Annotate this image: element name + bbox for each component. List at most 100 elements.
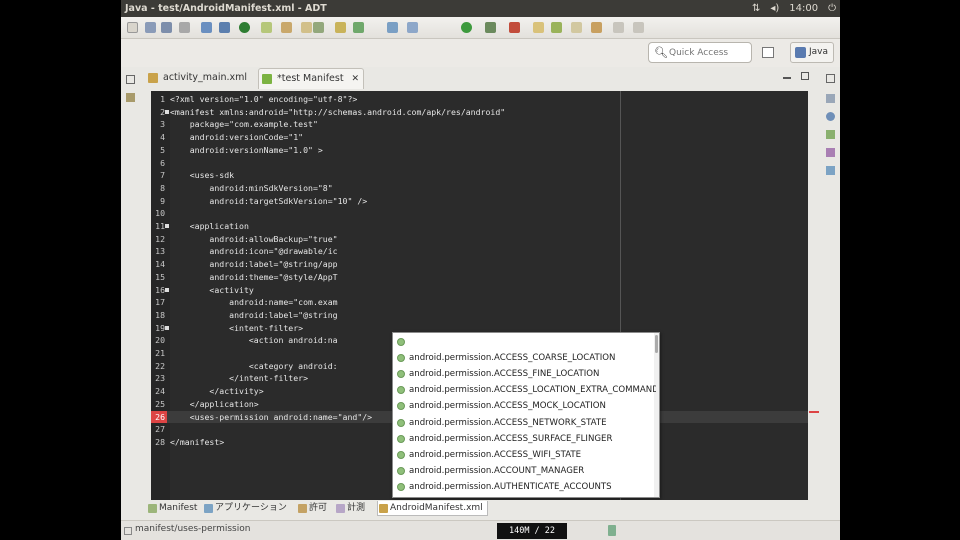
- line-number: 2: [160, 106, 165, 117]
- code-line[interactable]: 14 android:label="@string/app: [151, 258, 808, 271]
- code-line[interactable]: 15 android:theme="@style/AppT: [151, 271, 808, 284]
- next-annotation-icon[interactable]: [551, 22, 562, 33]
- code-line[interactable]: 5 android:versionName="1.0" >: [151, 144, 808, 157]
- assist-item[interactable]: android.permission.ACCESS_MOCK_LOCATION: [393, 398, 656, 414]
- assist-item[interactable]: android.permission.ACCESS_FINE_LOCATION: [393, 366, 656, 382]
- open-type-icon[interactable]: [387, 22, 398, 33]
- line-code: <?xml version="1.0" encoding="utf-8"?>: [170, 94, 358, 104]
- restore-icon[interactable]: [126, 75, 135, 84]
- search-toolbar-icon[interactable]: [407, 22, 418, 33]
- previous-annotation-icon[interactable]: [571, 22, 582, 33]
- assist-item[interactable]: android.permission.ACCESS_LOCATION_EXTRA…: [393, 382, 656, 398]
- java-perspective-button[interactable]: Java: [790, 42, 834, 63]
- maximize-icon[interactable]: [801, 72, 809, 80]
- assist-item[interactable]: [393, 334, 656, 350]
- new-android-project-icon[interactable]: [261, 22, 272, 33]
- minimize-icon[interactable]: [783, 77, 791, 79]
- last-edit-icon[interactable]: [591, 22, 602, 33]
- garbage-collect-icon[interactable]: [608, 525, 616, 536]
- line-number: 22: [155, 360, 165, 371]
- save-icon[interactable]: [145, 22, 156, 33]
- code-line[interactable]: 11 <application: [151, 220, 808, 233]
- package-explorer-icon[interactable]: [126, 93, 135, 102]
- debug-icon[interactable]: [313, 22, 324, 33]
- code-line[interactable]: 6: [151, 157, 808, 170]
- tab-test-manifest[interactable]: *test Manifest ✕: [258, 68, 364, 89]
- fold-toggle-icon[interactable]: [165, 287, 169, 292]
- avd-manager-icon[interactable]: [219, 22, 230, 33]
- open-perspective-icon[interactable]: [762, 47, 774, 58]
- assist-item[interactable]: android.permission.ACCOUNT_MANAGER: [393, 463, 656, 479]
- code-line[interactable]: 16 <activity: [151, 284, 808, 297]
- new-java-class-icon[interactable]: [353, 22, 364, 33]
- fold-toggle-icon[interactable]: [165, 109, 169, 114]
- assist-item[interactable]: android.permission.AUTHENTICATE_ACCOUNTS: [393, 479, 656, 495]
- line-code: android:allowBackup="true": [170, 233, 338, 244]
- code-line[interactable]: 10: [151, 207, 808, 220]
- content-assist-popup[interactable]: android.permission.ACCESS_COARSE_LOCATIO…: [392, 332, 660, 498]
- code-line[interactable]: 3 package="com.example.test": [151, 118, 808, 131]
- page-tab-permissions[interactable]: 許可: [297, 501, 327, 516]
- tab-activity-main[interactable]: activity_main.xml: [145, 68, 257, 89]
- code-line[interactable]: 2 <manifest xmlns:android="http://schemas…: [151, 106, 808, 119]
- code-line[interactable]: 18 android:label="@string: [151, 309, 808, 322]
- close-icon[interactable]: ✕: [351, 69, 359, 89]
- debug-bug-icon[interactable]: [485, 22, 496, 33]
- assist-item[interactable]: android.permission.ACCESS_COARSE_LOCATIO…: [393, 350, 656, 366]
- problems-icon[interactable]: [826, 130, 835, 139]
- line-code: </intent-filter>: [170, 373, 309, 384]
- print-icon[interactable]: [179, 22, 190, 33]
- clock[interactable]: 14:00: [789, 0, 818, 17]
- new-java-package-icon[interactable]: [335, 22, 346, 33]
- code-line[interactable]: 9 android:targetSdkVersion="10" />: [151, 195, 808, 208]
- permission-icon: [397, 386, 405, 395]
- assist-item[interactable]: android.permission.ACCESS_NETWORK_STATE: [393, 415, 656, 431]
- declaration-icon[interactable]: [826, 166, 835, 175]
- code-line[interactable]: 8 android:minSdkVersion="8": [151, 182, 808, 195]
- outline-icon[interactable]: [826, 94, 835, 103]
- code-line[interactable]: 13 android:icon="@drawable/ic: [151, 245, 808, 258]
- page-tab-manifest[interactable]: Manifest: [147, 501, 197, 516]
- code-line[interactable]: 7 <uses-sdk: [151, 169, 808, 182]
- run-icon[interactable]: [461, 22, 472, 33]
- annotation-icon[interactable]: [533, 22, 544, 33]
- code-line[interactable]: 1 <?xml version="1.0" encoding="utf-8"?>: [151, 93, 808, 106]
- restore-right-icon[interactable]: [826, 74, 835, 83]
- power-icon[interactable]: ⏻: [828, 0, 836, 17]
- line-code: android:minSdkVersion="8": [170, 182, 333, 193]
- fold-toggle-icon[interactable]: [165, 224, 169, 228]
- overview-ruler-marker[interactable]: [809, 411, 819, 413]
- new-test-project-icon[interactable]: [281, 22, 292, 33]
- permission-icon: [397, 482, 405, 491]
- manifest-editor-pages: Manifest アプリケーション 許可 計測 AndroidManifest.…: [145, 500, 815, 517]
- assist-item-label: android.permission.AUTHENTICATE_ACCOUNTS: [409, 481, 612, 492]
- keyboard-indicator-icon[interactable]: ⇅: [752, 0, 760, 17]
- line-code: <category android:: [170, 360, 338, 371]
- code-line[interactable]: 12 android:allowBackup="true": [151, 233, 808, 246]
- android-sdk-manager-icon[interactable]: [201, 22, 212, 33]
- task-list-icon[interactable]: [826, 112, 835, 121]
- forward-icon[interactable]: [633, 22, 644, 33]
- new-xml-file-icon[interactable]: [301, 22, 312, 33]
- xml-editor[interactable]: 1 <?xml version="1.0" encoding="utf-8"?> 2…: [151, 91, 808, 500]
- lint-icon[interactable]: [239, 22, 250, 33]
- save-all-icon[interactable]: [161, 22, 172, 33]
- page-tab-application[interactable]: アプリケーション: [203, 501, 287, 516]
- assist-item[interactable]: android.permission.ACCESS_SURFACE_FLINGE…: [393, 431, 656, 447]
- page-tab-instrumentation[interactable]: 計測: [335, 501, 365, 516]
- volume-icon[interactable]: ◂): [770, 0, 779, 17]
- code-line[interactable]: 4 android:versionCode="1": [151, 131, 808, 144]
- page-tab-xml-source[interactable]: AndroidManifest.xml: [377, 501, 488, 516]
- back-icon[interactable]: [613, 22, 624, 33]
- external-tools-icon[interactable]: [509, 22, 520, 33]
- line-number: 18: [155, 309, 165, 320]
- heap-status[interactable]: 140M / 22: [497, 523, 567, 539]
- quick-access[interactable]: 🔍︎: [648, 42, 752, 63]
- new-icon[interactable]: [127, 22, 138, 33]
- code-line[interactable]: 17 android:name="com.exam: [151, 296, 808, 309]
- quick-access-input[interactable]: [669, 46, 749, 60]
- assist-item[interactable]: android.permission.ACCESS_WIFI_STATE: [393, 447, 656, 463]
- fold-toggle-icon[interactable]: [165, 325, 169, 330]
- javadoc-icon[interactable]: [826, 148, 835, 157]
- permission-icon: [397, 434, 405, 443]
